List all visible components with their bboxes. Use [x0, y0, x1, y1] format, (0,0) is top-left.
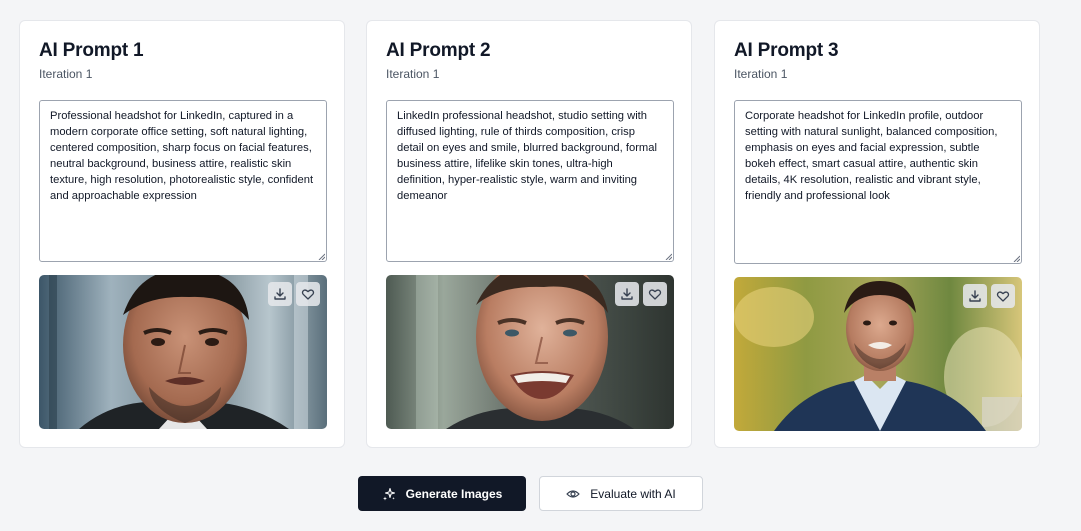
- heart-icon: [996, 291, 1010, 302]
- sparkles-icon: [382, 487, 395, 500]
- prompt-textarea[interactable]: LinkedIn professional headshot, studio s…: [386, 100, 674, 262]
- eye-icon: [566, 489, 580, 498]
- download-button[interactable]: [615, 282, 639, 306]
- iteration-label: Iteration 1: [734, 67, 788, 81]
- card-title: AI Prompt 3: [734, 40, 839, 61]
- download-icon: [274, 288, 286, 300]
- prompt-textarea[interactable]: Professional headshot for LinkedIn, capt…: [39, 100, 327, 262]
- generated-image: [734, 277, 1022, 431]
- iteration-label: Iteration 1: [386, 67, 440, 81]
- evaluate-with-ai-label: Evaluate with AI: [590, 486, 676, 501]
- download-button[interactable]: [268, 282, 292, 306]
- download-icon: [969, 290, 981, 302]
- evaluate-with-ai-button[interactable]: Evaluate with AI: [539, 476, 703, 511]
- iteration-label: Iteration 1: [39, 67, 93, 81]
- heart-icon: [301, 289, 315, 300]
- favorite-button[interactable]: [296, 282, 320, 306]
- prompt-textarea[interactable]: Corporate headshot for LinkedIn profile,…: [734, 100, 1022, 264]
- generated-image: [39, 275, 327, 429]
- resize-grip-icon[interactable]: [665, 253, 672, 260]
- card-title: AI Prompt 2: [386, 40, 491, 61]
- generated-image: [386, 275, 674, 429]
- resize-grip-icon[interactable]: [318, 253, 325, 260]
- card-title: AI Prompt 1: [39, 40, 144, 61]
- prompt-card-2: AI Prompt 2 Iteration 1 LinkedIn profess…: [366, 20, 692, 448]
- resize-grip-icon[interactable]: [1013, 255, 1020, 262]
- prompt-card-3: AI Prompt 3 Iteration 1 Corporate headsh…: [714, 20, 1040, 448]
- favorite-button[interactable]: [643, 282, 667, 306]
- download-button[interactable]: [963, 284, 987, 308]
- action-bar: Generate Images Evaluate with AI: [0, 476, 1081, 511]
- favorite-button[interactable]: [991, 284, 1015, 308]
- generate-images-button[interactable]: Generate Images: [358, 476, 526, 511]
- app-root: AI Prompt 1 Iteration 1 Professional hea…: [0, 0, 1081, 531]
- prompt-card-1: AI Prompt 1 Iteration 1 Professional hea…: [19, 20, 345, 448]
- heart-icon: [648, 289, 662, 300]
- generate-images-label: Generate Images: [405, 486, 503, 501]
- download-icon: [621, 288, 633, 300]
